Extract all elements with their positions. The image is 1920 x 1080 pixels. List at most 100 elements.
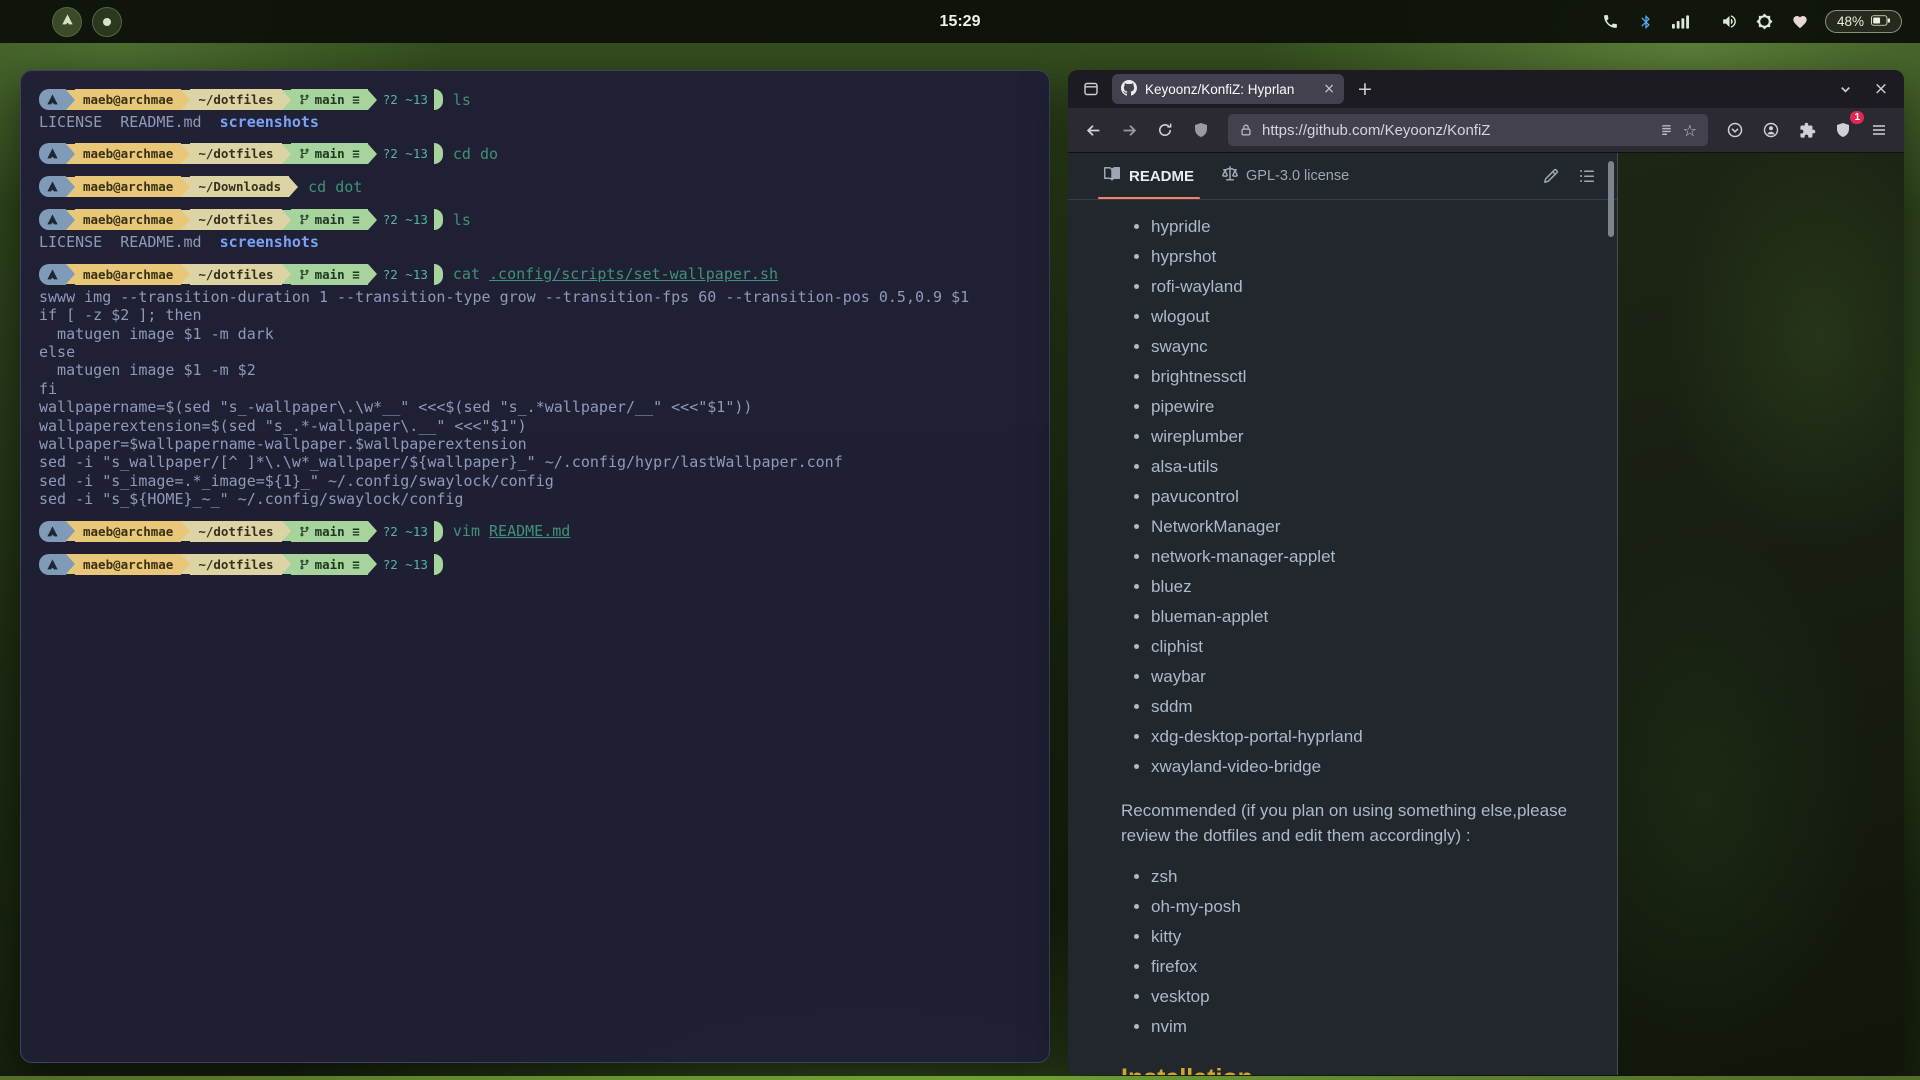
prompt-git-branch: main ≡ [291,554,368,575]
reload-button[interactable] [1150,115,1180,145]
list-tabs-icon[interactable] [1832,76,1858,102]
recommended-list: zshoh-my-poshkittyfirefoxvesktopnvim [1121,862,1591,1042]
account-icon[interactable] [1756,115,1786,145]
powerline-separator [181,144,190,164]
readme-header: README GPL-3.0 license [1068,153,1617,200]
prompt-path: ~/dotfiles [190,89,281,110]
workspace-dot-icon [103,18,111,26]
url-bar[interactable]: https://github.com/Keyoonz/KonfiZ ☆ [1228,114,1708,146]
prompt-user: maeb@archmae [75,554,181,575]
terminal-output-line: LICENSE README.md screenshots [39,113,1031,131]
powerline-separator [181,554,190,574]
edit-pencil-icon[interactable] [1543,168,1559,184]
arch-icon [39,143,66,164]
prompt-end-cap [434,209,443,230]
package-item: cliphist [1151,632,1591,662]
arch-icon [39,264,66,285]
recommended-item: vesktop [1151,982,1591,1012]
prompt-git-status: ?2 ~13 [377,554,434,575]
prompt-path: ~/Downloads [190,176,289,197]
browser-tab[interactable]: Keyoonz/KonfiZ: Hyprlan × [1112,74,1344,104]
powerline-separator [282,554,291,574]
terminal-command: cd dot [308,178,362,196]
terminal-command: cat .config/scripts/set-wallpaper.sh [453,265,778,283]
terminal-block: maeb@archmae~/dotfilesmain ≡?2 ~13vim RE… [39,521,1031,542]
recommended-item: nvim [1151,1012,1591,1042]
prompt-path: ~/dotfiles [190,143,281,164]
package-item: swaync [1151,332,1591,362]
package-item: wireplumber [1151,422,1591,452]
terminal-block: maeb@archmae~/dotfilesmain ≡?2 ~13cd do [39,143,1031,164]
page-scrollbar[interactable] [1608,161,1614,237]
workspace-button-active[interactable] [92,7,122,37]
law-icon [1222,166,1238,186]
powerline-separator [282,90,291,110]
outline-list-icon[interactable] [1579,168,1595,184]
menu-icon[interactable] [1864,115,1894,145]
forward-button[interactable] [1114,115,1144,145]
tab-bar: Keyoonz/KonfiZ: Hyprlan × + × [1068,70,1904,108]
firefox-view-icon[interactable] [1078,76,1104,102]
bluetooth-icon[interactable] [1636,12,1656,32]
license-label: GPL-3.0 license [1246,168,1349,184]
adblocker-icon[interactable]: 1 [1828,115,1858,145]
workspace-button-arch[interactable] [52,7,82,37]
prompt-git-branch: main ≡ [291,209,368,230]
new-tab-button[interactable]: + [1352,76,1378,102]
package-item: xdg-desktop-portal-hyprland [1151,722,1591,752]
back-button[interactable] [1078,115,1108,145]
firefox-window: Keyoonz/KonfiZ: Hyprlan × + × https:/ [1068,70,1904,1075]
brightness-icon[interactable] [1755,12,1775,32]
volume-icon[interactable] [1720,12,1740,32]
prompt-user: maeb@archmae [75,209,181,230]
terminal-prompt: maeb@archmae ~/Downloads cd dot [39,176,1031,197]
installation-heading[interactable]: Installation [1121,1066,1591,1075]
powerline-separator [66,554,75,574]
prompt-git-status: ?2 ~13 [377,521,434,542]
terminal-output-line: matugen image $1 -m $2 [39,361,1031,379]
prompt-end-cap [434,264,443,285]
browser-content: README GPL-3.0 license [1068,153,1904,1075]
powerline-separator [282,210,291,230]
terminal-command: ls [453,211,471,229]
tracking-protection-shield-icon[interactable] [1186,115,1216,145]
prompt-path: ~/dotfiles [190,554,281,575]
battery-indicator[interactable]: 48% [1825,10,1902,33]
prompt-end-cap [434,89,443,110]
powerline-separator [66,144,75,164]
powerline-separator [181,177,190,197]
prompt-user: maeb@archmae [75,521,181,542]
window-close-button[interactable]: × [1868,76,1894,102]
extensions-icon[interactable] [1792,115,1822,145]
tab-close-icon[interactable]: × [1323,81,1335,97]
powerline-separator [368,144,377,164]
heart-icon[interactable] [1790,12,1810,32]
package-item: xwayland-video-bridge [1151,752,1591,782]
prompt-user: maeb@archmae [75,264,181,285]
powerline-separator [181,210,190,230]
package-item: bluez [1151,572,1591,602]
tab-license[interactable]: GPL-3.0 license [1222,166,1349,186]
reader-mode-icon[interactable] [1659,123,1674,138]
system-tray: 48% [1601,10,1902,33]
package-item: wlogout [1151,302,1591,332]
network-signal-icon[interactable] [1671,12,1691,32]
readme-tab-label: README [1129,168,1194,185]
terminal-window[interactable]: maeb@archmae ~/dotfiles main ≡ ?2 ~13 ls LICE… [20,70,1050,1063]
prompt-git-branch: main ≡ [291,89,368,110]
package-item: waybar [1151,662,1591,692]
status-bar: 15:29 48% [0,0,1920,43]
terminal-output-line: wallpaper=$wallpapername-wallpaper.$wall… [39,435,1031,453]
package-item: blueman-applet [1151,602,1591,632]
powerline-separator [66,264,75,284]
tab-readme[interactable]: README [1104,153,1194,199]
battery-percent: 48% [1837,14,1864,29]
prompt-user: maeb@archmae [75,176,181,197]
packages-list: hypridlehyprshotrofi-waylandwlogoutswayn… [1121,212,1591,782]
bookmark-star-icon[interactable]: ☆ [1683,121,1697,140]
prompt-path: ~/dotfiles [190,264,281,285]
terminal-prompt: maeb@archmae~/dotfilesmain ≡?2 ~13vim RE… [39,521,1031,542]
powerline-separator [282,264,291,284]
pocket-icon[interactable] [1720,115,1750,145]
phone-icon[interactable] [1601,12,1621,32]
